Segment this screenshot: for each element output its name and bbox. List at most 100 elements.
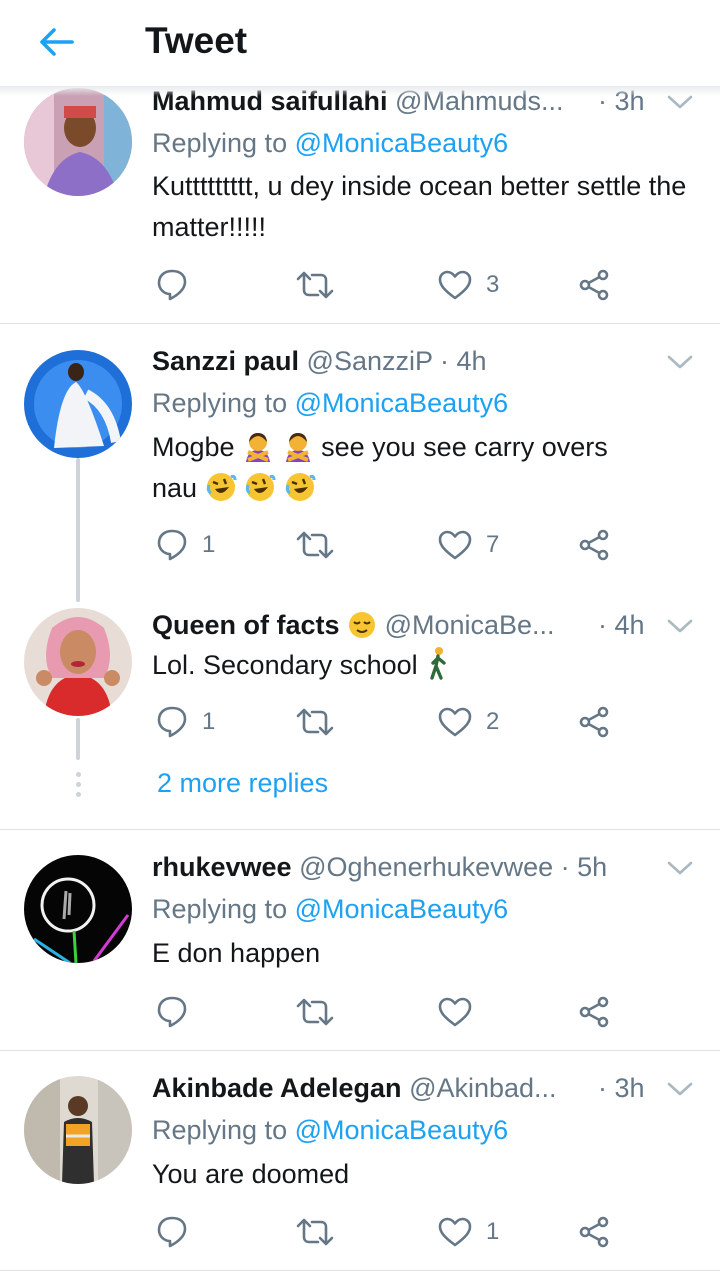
tweet-time: · 3h xyxy=(598,1073,645,1103)
heart-icon xyxy=(438,997,472,1027)
share-icon xyxy=(579,529,609,561)
arrow-left-icon xyxy=(40,28,74,56)
avatar[interactable] xyxy=(24,1076,132,1184)
display-name[interactable]: rhukevwee xyxy=(152,852,292,882)
reply-icon xyxy=(157,706,187,738)
tweet-time: · 4h xyxy=(598,610,645,640)
replying-to: Replying to @MonicaBeauty6 xyxy=(152,388,509,418)
heart-icon xyxy=(438,707,472,737)
share-button[interactable] xyxy=(578,525,610,565)
display-name[interactable]: Sanzzi paul xyxy=(152,346,299,376)
woman-gesturing-no-emoji xyxy=(246,433,271,462)
avatar[interactable] xyxy=(24,350,132,458)
tweet-meta: Sanzzi paul @SanzziP · 4h xyxy=(152,342,632,380)
reply-button[interactable] xyxy=(156,1212,202,1252)
tweet-actions: 1 2 xyxy=(152,702,672,742)
retweet-button[interactable] xyxy=(296,525,348,565)
chevron-down-icon[interactable] xyxy=(666,1079,694,1099)
user-handle[interactable]: @Akinbad... xyxy=(409,1073,557,1103)
share-button[interactable] xyxy=(578,1212,610,1252)
heart-icon xyxy=(438,530,472,560)
replying-to: Replying to @MonicaBeauty6 xyxy=(152,128,509,158)
reply-button[interactable] xyxy=(156,265,202,305)
like-button[interactable]: 2 xyxy=(438,702,499,742)
retweet-icon xyxy=(296,531,334,559)
rofl-emoji xyxy=(285,473,316,501)
share-icon xyxy=(579,706,609,738)
user-handle[interactable]: @Oghenerhukevwee xyxy=(299,852,553,882)
thread-line xyxy=(76,458,80,602)
like-button[interactable]: 3 xyxy=(438,265,499,305)
top-bar: Tweet xyxy=(0,0,720,86)
tweet-body: You are doomed xyxy=(152,1159,350,1189)
thread-line xyxy=(76,718,80,760)
heart-icon xyxy=(438,270,472,300)
replying-to: Replying to @MonicaBeauty6 xyxy=(152,894,509,924)
heart-icon xyxy=(438,1217,472,1247)
chevron-down-icon[interactable] xyxy=(666,858,694,878)
like-button[interactable]: 1 xyxy=(438,1212,499,1252)
woman-gesturing-no-emoji xyxy=(285,433,310,462)
back-button[interactable] xyxy=(34,22,78,62)
chevron-down-icon[interactable] xyxy=(666,352,694,372)
mention-link[interactable]: @MonicaBeauty6 xyxy=(295,388,509,418)
retweet-button[interactable] xyxy=(296,265,348,305)
retweet-button[interactable] xyxy=(296,992,348,1032)
tweet-time: · 5h xyxy=(560,852,608,882)
share-icon xyxy=(579,269,609,301)
reply-button[interactable]: 1 xyxy=(156,525,215,565)
like-button[interactable]: 7 xyxy=(438,525,499,565)
relieved-face-emoji xyxy=(349,612,376,638)
reply-icon xyxy=(157,996,187,1028)
page-title: Tweet xyxy=(145,20,248,61)
reply-button[interactable] xyxy=(156,992,202,1032)
thread-dots xyxy=(74,772,82,802)
user-handle[interactable]: @MonicaBe... xyxy=(385,610,555,640)
display-name[interactable]: Queen of facts xyxy=(152,610,340,640)
chevron-down-icon[interactable] xyxy=(666,616,694,636)
share-icon xyxy=(579,996,609,1028)
reply-icon xyxy=(157,269,187,301)
share-button[interactable] xyxy=(578,992,610,1032)
replying-to: Replying to @MonicaBeauty6 xyxy=(152,1115,509,1145)
avatar[interactable] xyxy=(24,608,132,716)
divider xyxy=(0,1270,720,1271)
like-button[interactable] xyxy=(438,992,486,1032)
tweet-meta: rhukevwee @Oghenerhukevwee · 5h xyxy=(152,848,632,886)
mention-link[interactable]: @MonicaBeauty6 xyxy=(295,128,509,158)
more-replies-link[interactable]: 2 more replies xyxy=(157,768,328,799)
share-button[interactable] xyxy=(578,702,610,742)
reply-button[interactable]: 1 xyxy=(156,702,215,742)
tweet-time: · 4h xyxy=(440,346,487,376)
retweet-icon xyxy=(296,1218,334,1246)
header-shadow xyxy=(0,86,720,96)
share-button[interactable] xyxy=(578,265,610,305)
divider xyxy=(0,829,720,830)
avatar[interactable] xyxy=(24,88,132,196)
rofl-emoji xyxy=(245,473,276,501)
person-walking-emoji xyxy=(430,647,446,680)
share-icon xyxy=(579,1216,609,1248)
tweet-actions: 3 xyxy=(152,265,672,305)
retweet-button[interactable] xyxy=(296,1212,348,1252)
rofl-emoji xyxy=(206,473,237,501)
retweet-icon xyxy=(296,998,334,1026)
tweet-meta: Queen of facts @MonicaBe... xyxy=(152,606,632,644)
tweet-body: Mogbe see you see carry overs nau xyxy=(152,432,608,503)
display-name[interactable]: Akinbade Adelegan xyxy=(152,1073,402,1103)
reply-icon xyxy=(157,529,187,561)
tweet-actions: 1 xyxy=(152,1212,672,1252)
mention-link[interactable]: @MonicaBeauty6 xyxy=(295,1115,509,1145)
tweet-meta: Akinbade Adelegan @Akinbad... xyxy=(152,1069,632,1107)
divider xyxy=(0,1050,720,1051)
tweet-body: Kuttttttttt, u dey inside ocean better s… xyxy=(152,171,687,242)
user-handle[interactable]: @SanzziP xyxy=(307,346,433,376)
reply-icon xyxy=(157,1216,187,1248)
mention-link[interactable]: @MonicaBeauty6 xyxy=(295,894,509,924)
tweet-actions xyxy=(152,992,672,1032)
tweet-actions: 1 7 xyxy=(152,525,672,565)
tweet-body: E don happen xyxy=(152,938,321,968)
divider xyxy=(0,323,720,324)
retweet-button[interactable] xyxy=(296,702,348,742)
avatar[interactable] xyxy=(24,855,132,963)
